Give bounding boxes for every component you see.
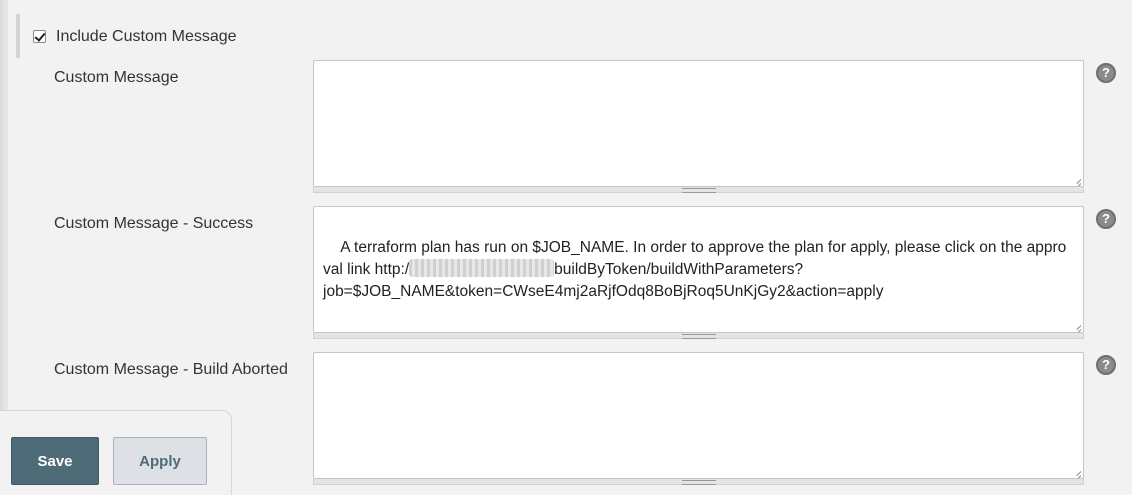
custom-message-aborted-grip[interactable] — [313, 479, 1084, 485]
include-custom-message-label: Include Custom Message — [56, 28, 237, 45]
custom-message-grip[interactable] — [313, 187, 1084, 193]
save-button[interactable]: Save — [11, 437, 99, 485]
custom-message-aborted-label: Custom Message - Build Aborted — [54, 361, 288, 378]
help-icon[interactable]: ? — [1096, 63, 1116, 83]
redacted-url-blur — [409, 259, 555, 277]
custom-message-label: Custom Message — [54, 69, 179, 86]
indent-bar-secondary — [3, 0, 8, 420]
include-custom-message-checkbox[interactable] — [33, 29, 46, 43]
include-custom-message-row[interactable]: Include Custom Message — [33, 26, 237, 46]
help-icon[interactable]: ? — [1096, 209, 1116, 229]
custom-message-success-textarea[interactable]: A terraform plan has run on $JOB_NAME. I… — [313, 206, 1084, 333]
apply-button[interactable]: Apply — [113, 437, 207, 485]
section-marker — [16, 14, 20, 58]
resize-handle-icon[interactable] — [1071, 174, 1081, 184]
custom-message-success-label: Custom Message - Success — [54, 215, 254, 232]
resize-handle-icon[interactable] — [1071, 320, 1081, 330]
resize-handle-icon[interactable] — [1071, 466, 1081, 476]
custom-message-textarea[interactable] — [313, 60, 1084, 187]
help-icon[interactable]: ? — [1096, 355, 1116, 375]
custom-message-aborted-textarea[interactable] — [313, 352, 1084, 479]
custom-message-success-grip[interactable] — [313, 333, 1084, 339]
config-page: Include Custom Message Custom Message ? … — [0, 0, 1132, 495]
